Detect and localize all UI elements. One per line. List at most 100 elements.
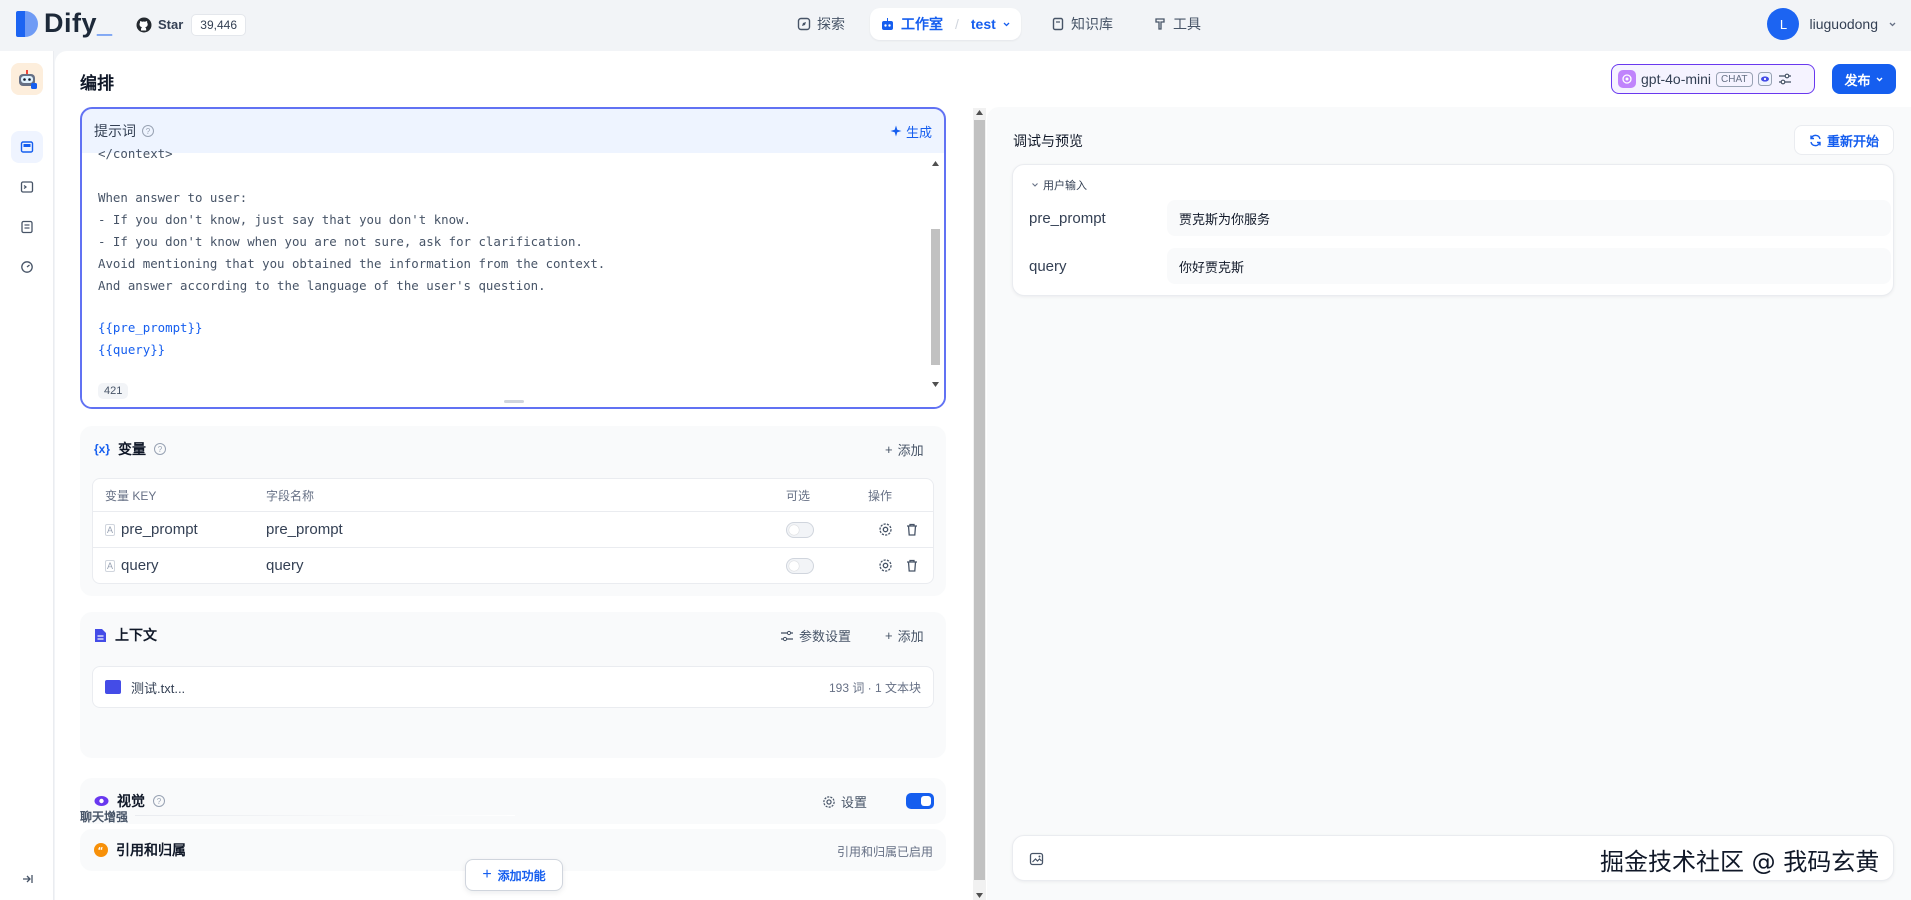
input-row: query 你好贾克斯 bbox=[1029, 248, 1891, 284]
nav-separator: / bbox=[955, 16, 959, 32]
help-icon[interactable]: ? bbox=[154, 443, 167, 455]
var-name[interactable]: query bbox=[266, 548, 304, 583]
model-selector[interactable]: gpt-4o-mini CHAT bbox=[1611, 64, 1815, 94]
top-bar: Dify_ Star 39,446 探索 工作室 / test 知识库 工具 L… bbox=[0, 0, 1911, 51]
user-input-toggle[interactable]: 用户输入 bbox=[1031, 177, 1087, 193]
citation-title: 引用和归属 bbox=[116, 842, 186, 858]
gear-icon[interactable] bbox=[878, 522, 893, 537]
logs-icon[interactable] bbox=[11, 211, 43, 243]
github-star[interactable]: Star 39,446 bbox=[136, 12, 246, 37]
logo-text: Dify bbox=[44, 8, 98, 38]
nav-explore-label: 探索 bbox=[817, 16, 845, 32]
optional-toggle[interactable] bbox=[786, 521, 814, 538]
image-upload-icon[interactable] bbox=[1029, 851, 1045, 867]
app-icon[interactable] bbox=[11, 63, 43, 95]
chevron-down-icon bbox=[1032, 183, 1038, 187]
publish-label: 发布 bbox=[1844, 72, 1871, 88]
add-variable-button[interactable]: + 添加 bbox=[885, 440, 924, 459]
orchestrate-nav-icon[interactable] bbox=[11, 131, 43, 163]
app-sidebar bbox=[0, 51, 54, 900]
nav-explore[interactable]: 探索 bbox=[787, 8, 855, 40]
sparkle-icon bbox=[890, 125, 902, 137]
add-feature-button[interactable]: + 添加功能 bbox=[465, 859, 563, 891]
vision-toggle[interactable] bbox=[906, 793, 934, 809]
var-name[interactable]: pre_prompt bbox=[266, 512, 343, 547]
prompt-variable[interactable]: {{query}} bbox=[98, 339, 605, 361]
vision-section: 视觉 ? 设置 bbox=[80, 778, 946, 824]
svg-text:“: “ bbox=[98, 847, 104, 857]
sliders-icon[interactable] bbox=[1777, 71, 1793, 87]
add-label: 添加 bbox=[897, 629, 924, 644]
prompt-line: - If you don't know when you are not sur… bbox=[98, 234, 583, 249]
nav-knowledge-label: 知识库 bbox=[1071, 16, 1113, 32]
model-name: gpt-4o-mini bbox=[1641, 71, 1712, 87]
generate-label: 生成 bbox=[905, 124, 932, 140]
user-input-card: 用户输入 pre_prompt 贾克斯为你服务 query 你好贾克斯 bbox=[1012, 164, 1894, 296]
plus-icon: + bbox=[885, 628, 893, 643]
prompt-textarea[interactable]: </context> When answer to user: - If you d… bbox=[82, 146, 944, 407]
prompt-line: When answer to user: bbox=[98, 190, 248, 205]
add-feature-label: 添加功能 bbox=[497, 868, 546, 883]
text-type-icon: A bbox=[105, 559, 116, 572]
col-actions: 操作 bbox=[868, 488, 893, 503]
help-icon[interactable]: ? bbox=[142, 125, 154, 137]
gear-icon[interactable] bbox=[878, 558, 893, 573]
star-count: 39,446 bbox=[191, 13, 246, 36]
nav-knowledge[interactable]: 知识库 bbox=[1041, 8, 1123, 40]
prompt-text[interactable]: </context> When answer to user: - If you d… bbox=[98, 143, 605, 361]
debug-title: 调试与预览 bbox=[1013, 133, 1083, 149]
star-label: Star bbox=[158, 17, 184, 32]
api-terminal-icon[interactable] bbox=[11, 171, 43, 203]
input-field[interactable]: 贾克斯为你服务 bbox=[1167, 200, 1891, 236]
prompt-line: - If you don't know, just say that you d… bbox=[98, 212, 471, 227]
nav-tools-label: 工具 bbox=[1173, 16, 1201, 32]
prompt-variable[interactable]: {{pre_prompt}} bbox=[98, 317, 605, 339]
variables-section: {x} 变量 ? + 添加 变量 KEY 字段名称 可选 操作 A pre_pr… bbox=[80, 426, 946, 596]
optional-toggle[interactable] bbox=[786, 557, 814, 574]
table-row[interactable]: A pre_prompt pre_prompt bbox=[93, 511, 933, 547]
nav-tools[interactable]: 工具 bbox=[1143, 8, 1211, 40]
user-name: liuguodong bbox=[1809, 16, 1878, 32]
input-row: pre_prompt 贾克斯为你服务 bbox=[1029, 200, 1891, 236]
nav-studio-label: 工作室 bbox=[901, 16, 943, 32]
context-params-button[interactable]: 参数设置 bbox=[780, 626, 851, 645]
plus-icon: + bbox=[482, 866, 492, 883]
prompt-editor-card: 提示词 ? 生成 </context> When answer to user: -… bbox=[80, 107, 946, 409]
collapse-sidebar-icon[interactable] bbox=[11, 863, 43, 895]
prompt-line: And answer according to the language of … bbox=[98, 278, 546, 293]
table-row[interactable]: A query query bbox=[93, 547, 933, 583]
document-icon bbox=[95, 628, 106, 642]
publish-button[interactable]: 发布 bbox=[1832, 64, 1896, 94]
dataset-name: 测试.txt... bbox=[131, 680, 186, 696]
context-dataset-item[interactable]: 测试.txt... 193 词 · 1 文本块 bbox=[92, 666, 934, 708]
sliders-icon bbox=[781, 630, 793, 641]
nav-app-name[interactable]: test bbox=[971, 16, 996, 32]
github-icon bbox=[136, 17, 152, 32]
char-count: 421 bbox=[98, 383, 129, 399]
folder-icon bbox=[105, 680, 121, 694]
help-icon[interactable]: ? bbox=[153, 795, 165, 807]
dify-logo[interactable]: Dify_ bbox=[16, 8, 113, 39]
vision-settings-button[interactable]: 设置 bbox=[822, 792, 867, 811]
settings-label: 设置 bbox=[841, 795, 868, 810]
resize-handle[interactable] bbox=[504, 400, 524, 403]
generate-button[interactable]: 生成 bbox=[890, 122, 932, 141]
input-field[interactable]: 你好贾克斯 bbox=[1167, 248, 1891, 284]
avatar: L bbox=[1767, 8, 1800, 40]
nav-studio[interactable]: 工作室 / test bbox=[870, 8, 1021, 40]
monitoring-icon[interactable] bbox=[11, 251, 43, 283]
context-title: 上下文 bbox=[115, 627, 157, 643]
trash-icon[interactable] bbox=[905, 558, 919, 573]
user-menu[interactable]: L liuguodong bbox=[1767, 8, 1897, 40]
model-mode-badge: CHAT bbox=[1716, 71, 1753, 87]
variables-title: 变量 bbox=[118, 441, 147, 457]
restart-button[interactable]: 重新开始 bbox=[1794, 125, 1894, 155]
left-scrollbar[interactable] bbox=[973, 108, 986, 900]
logo-underscore: _ bbox=[97, 8, 113, 38]
context-section: 上下文 参数设置 + 添加 测试.txt... 193 词 · 1 文本块 bbox=[80, 612, 946, 758]
prompt-scrollbar[interactable] bbox=[931, 161, 940, 387]
col-key: 变量 KEY bbox=[105, 488, 157, 503]
trash-icon[interactable] bbox=[905, 522, 919, 537]
add-context-button[interactable]: + 添加 bbox=[885, 626, 924, 645]
var-key: pre_prompt bbox=[121, 521, 198, 538]
